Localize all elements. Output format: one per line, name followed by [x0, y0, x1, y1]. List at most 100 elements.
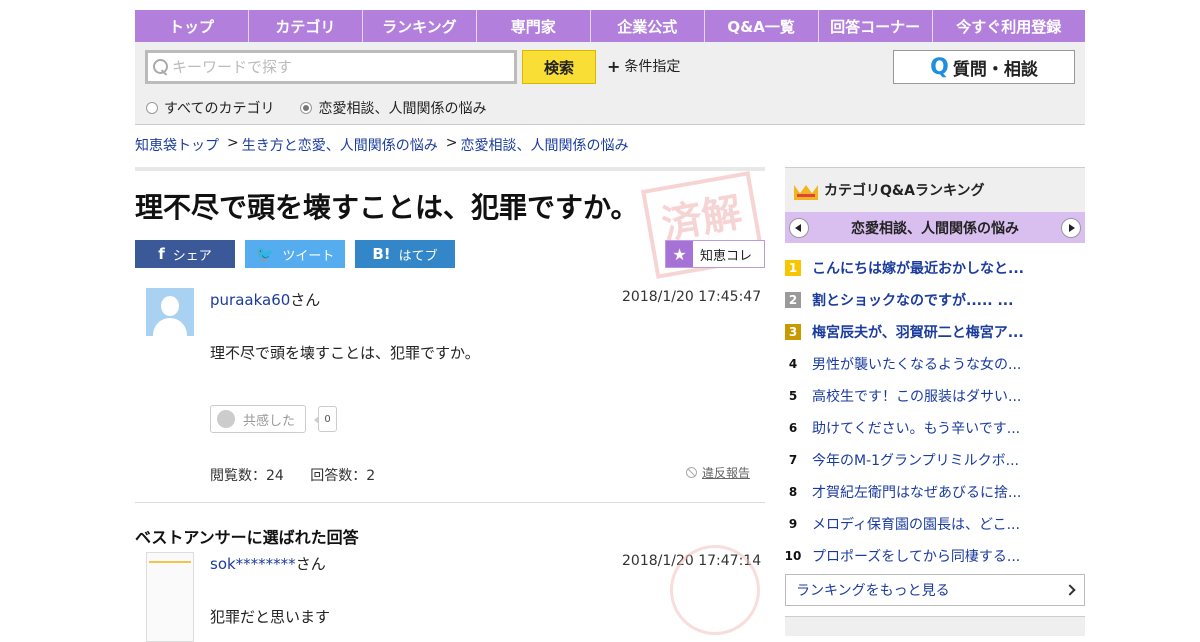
nav-official[interactable]: 企業公式 — [591, 10, 705, 42]
radio-this-category[interactable] — [300, 102, 313, 114]
condition-link[interactable]: + 条件指定 — [607, 56, 680, 76]
category-scope: すべてのカテゴリ 恋愛相談、人間関係の悩み — [146, 98, 486, 118]
share-facebook-button[interactable]: f シェア — [135, 240, 235, 268]
list-item: 7 今年のM-1グランプリミルクボ... — [785, 444, 1085, 476]
list-item: 1 こんにちは嫁が最近おかしなと... — [785, 252, 1085, 284]
share-hatena-button[interactable]: B! はてブ — [355, 240, 455, 268]
crumb-current[interactable]: 恋愛相談、人間関係の悩み — [460, 135, 628, 155]
ranking-list: 1 こんにちは嫁が最近おかしなと... 2 割とショックなのですが..... ...… — [785, 252, 1085, 572]
more-ranking-button[interactable]: ランキングをもっと見る — [785, 574, 1085, 606]
ranking-category: 恋愛相談、人間関係の悩み — [851, 220, 1019, 237]
list-item: 9 メロディ保育園の園長は、どこ... — [785, 508, 1085, 540]
empathy-button[interactable]: 共感した — [210, 405, 306, 433]
ranking-link[interactable]: 才賀紀左衛門はなぜあびるに捨... — [812, 482, 1021, 502]
report-label: 違反報告 — [702, 466, 751, 480]
rank-number: 9 — [788, 517, 798, 531]
plus-icon: + — [607, 56, 621, 76]
question-user-link[interactable]: puraaka60 — [210, 291, 290, 309]
next-section-header — [785, 616, 1085, 636]
ranking-link[interactable]: 梅宮辰夫が、羽賀研二と梅宮ア... — [812, 322, 1024, 342]
ranking-link[interactable]: こんにちは嫁が最近おかしなと... — [812, 258, 1024, 278]
share-twitter-button[interactable]: 🐦 ツイート — [245, 240, 345, 268]
answer-avatar[interactable] — [146, 552, 194, 642]
best-answer-stamp — [670, 545, 760, 635]
hatena-icon: B! — [372, 245, 391, 263]
ranking-link[interactable]: 今年のM-1グランプリミルクボ... — [812, 450, 1019, 470]
next-arrow-icon[interactable] — [1061, 217, 1081, 238]
nav-qa-list[interactable]: Q&A一覧 — [705, 10, 819, 42]
rank-number: 7 — [788, 453, 798, 467]
ask-question-button[interactable]: Q 質問・相談 — [893, 50, 1075, 84]
prohibit-icon — [686, 467, 697, 478]
nav-top[interactable]: トップ — [135, 10, 249, 42]
nav-category[interactable]: カテゴリ — [249, 10, 363, 42]
rank-number: 5 — [788, 389, 798, 403]
empathy-count: 0 — [314, 406, 337, 432]
breadcrumb: 知恵袋トップ > 生き方と恋愛、人間関係の悩み > 恋愛相談、人間関係の悩み — [135, 135, 628, 155]
search-icon — [152, 58, 170, 76]
radio-category-label: 恋愛相談、人間関係の悩み — [318, 101, 487, 117]
report-link[interactable]: 違反報告 — [686, 464, 750, 481]
crumb-sep: > — [445, 135, 458, 151]
avatar-head — [161, 296, 179, 316]
radio-all-label: すべてのカテゴリ — [164, 101, 275, 117]
question-user: puraaka60さん — [210, 289, 320, 310]
nav-register[interactable]: 今すぐ利用登録 — [933, 10, 1085, 42]
ranking-link[interactable]: 高校生です！この服装はダサい... — [812, 386, 1021, 406]
rank-number: 4 — [788, 357, 798, 371]
nav-experts[interactable]: 専門家 — [477, 10, 591, 42]
answer-user-link[interactable]: sok******** — [210, 555, 296, 573]
question-date: 2018/1/20 17:45:47 — [622, 289, 762, 305]
nav-ranking[interactable]: ランキング — [363, 10, 477, 42]
search-button[interactable]: 検索 — [522, 50, 596, 84]
question-stats: 閲覧数：24 回答数：2 — [210, 465, 397, 485]
list-item: 4 男性が襲いたくなるような女の... — [785, 348, 1085, 380]
more-ranking-label: ランキングをもっと見る — [796, 583, 950, 599]
question-title: 理不尽で頭を壊すことは、犯罪ですか。 — [135, 191, 639, 224]
radio-all-categories[interactable] — [146, 102, 158, 114]
ranking-header: カテゴリQ&Aランキング — [785, 167, 1085, 212]
view-count: 閲覧数：24 — [210, 468, 284, 484]
crumb-sep: > — [227, 135, 239, 151]
ranking-category-switcher: 恋愛相談、人間関係の悩み — [785, 212, 1085, 243]
list-item: 3 梅宮辰夫が、羽賀研二と梅宮ア... — [785, 316, 1085, 348]
share-hb-label: はてブ — [398, 248, 438, 264]
answer-body: 犯罪だと思います — [210, 608, 331, 626]
star-icon: ★ — [666, 241, 693, 267]
rank-number: 6 — [788, 421, 798, 435]
chevron-right-icon — [1064, 584, 1076, 596]
share-fb-label: シェア — [172, 248, 212, 264]
search-box — [145, 50, 517, 84]
ranking-link[interactable]: 男性が襲いたくなるような女の... — [812, 354, 1021, 374]
best-answer-heading: ベストアンサーに選ばれた回答 — [135, 528, 359, 547]
ranking-link[interactable]: プロポーズをしてから同棲する... — [812, 546, 1020, 566]
rank-badge: 2 — [785, 292, 801, 308]
divider — [135, 502, 765, 503]
ranking-link[interactable]: 割とショックなのですが..... ... — [812, 290, 1013, 310]
honorific: さん — [295, 555, 326, 573]
ranking-title: カテゴリQ&Aランキング — [824, 183, 985, 199]
honorific: さん — [290, 291, 321, 309]
share-tw-label: ツイート — [282, 248, 335, 264]
global-nav: トップ カテゴリ ランキング 専門家 企業公式 Q&A一覧 回答コーナー 今すぐ… — [135, 10, 1085, 42]
answer-count: 回答数：2 — [310, 468, 376, 484]
facebook-icon: f — [158, 245, 165, 263]
rank-number: 8 — [788, 485, 798, 499]
ask-label: 質問・相談 — [952, 59, 1038, 80]
chie-collection-button[interactable]: ★ 知恵コレ — [665, 240, 765, 268]
prev-arrow-icon[interactable] — [789, 217, 809, 238]
list-item: 6 助けてください。もう辛いです... — [785, 412, 1085, 444]
search-input[interactable] — [172, 58, 502, 76]
ranking-link[interactable]: メロディ保育園の園長は、どこ... — [812, 514, 1020, 534]
nav-answer-corner[interactable]: 回答コーナー — [819, 10, 933, 42]
search-area: 検索 + 条件指定 すべてのカテゴリ 恋愛相談、人間関係の悩み Q 質問・相談 — [135, 42, 1085, 125]
list-item: 8 才賀紀左衛門はなぜあびるに捨... — [785, 476, 1085, 508]
ranking-link[interactable]: 助けてください。もう辛いです... — [812, 418, 1020, 438]
rank-number: 10 — [784, 549, 802, 563]
smile-icon — [217, 410, 235, 428]
list-item: 5 高校生です！この服装はダサい... — [785, 380, 1085, 412]
avatar[interactable] — [146, 288, 194, 336]
answer-user: sok********さん — [210, 553, 326, 574]
crumb-parent[interactable]: 生き方と恋愛、人間関係の悩み — [242, 135, 438, 155]
crumb-top[interactable]: 知恵袋トップ — [135, 135, 219, 155]
